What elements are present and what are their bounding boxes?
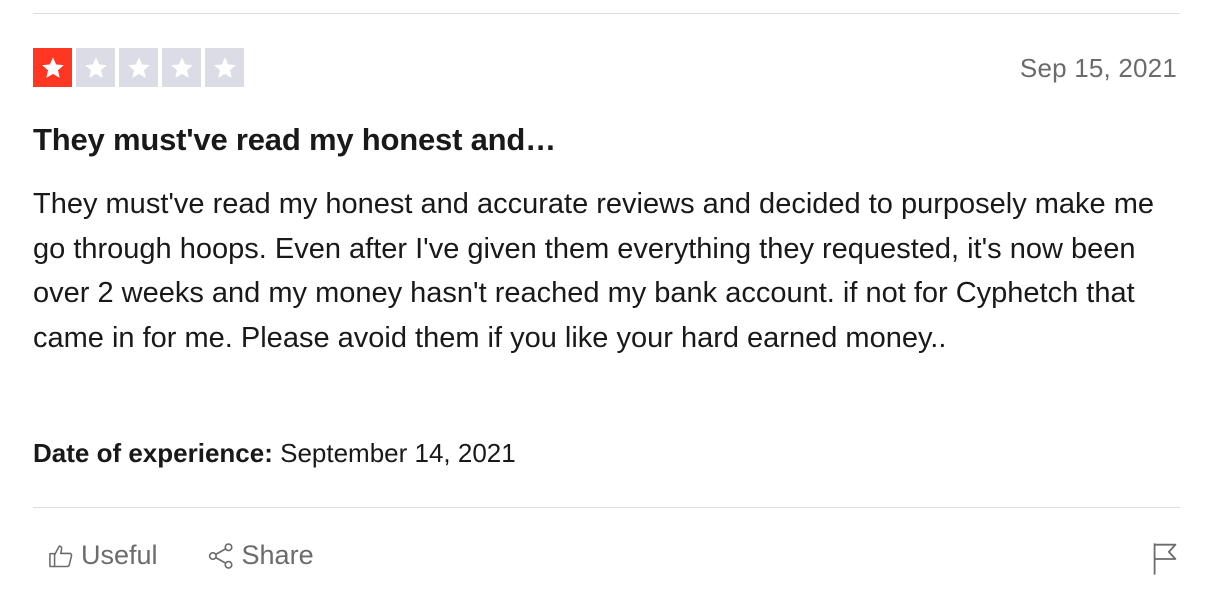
review-card: Sep 15, 2021 They must've read my honest… xyxy=(33,0,1180,600)
date-of-experience: Date of experience: September 14, 2021 xyxy=(33,438,516,469)
experience-date: September 14, 2021 xyxy=(280,438,516,468)
thumbs-up-icon xyxy=(49,544,73,567)
star-5 xyxy=(205,48,244,87)
useful-label: Useful xyxy=(81,540,158,570)
share-label: Share xyxy=(241,540,314,570)
divider xyxy=(33,13,1180,14)
report-button[interactable] xyxy=(1152,542,1178,581)
flag-icon xyxy=(1153,543,1177,575)
divider xyxy=(33,507,1180,508)
star-2 xyxy=(76,48,115,87)
share-icon xyxy=(208,542,233,569)
star-icon xyxy=(127,56,150,78)
star-4 xyxy=(162,48,201,87)
review-date: Sep 15, 2021 xyxy=(1019,53,1177,83)
useful-button[interactable]: Useful xyxy=(47,540,158,571)
review-actions: Useful Share xyxy=(47,540,314,571)
review-body: They must've read my honest and accurate… xyxy=(33,188,1155,354)
star-1 xyxy=(33,48,72,87)
star-icon xyxy=(84,56,107,78)
review-title[interactable]: They must've read my honest and… xyxy=(33,122,556,158)
star-icon xyxy=(170,56,193,78)
star-icon xyxy=(41,56,64,78)
star-icon xyxy=(213,56,236,78)
star-3 xyxy=(119,48,158,87)
experience-label: Date of experience: xyxy=(33,438,273,468)
star-rating xyxy=(33,48,244,87)
share-button[interactable]: Share xyxy=(206,540,314,571)
